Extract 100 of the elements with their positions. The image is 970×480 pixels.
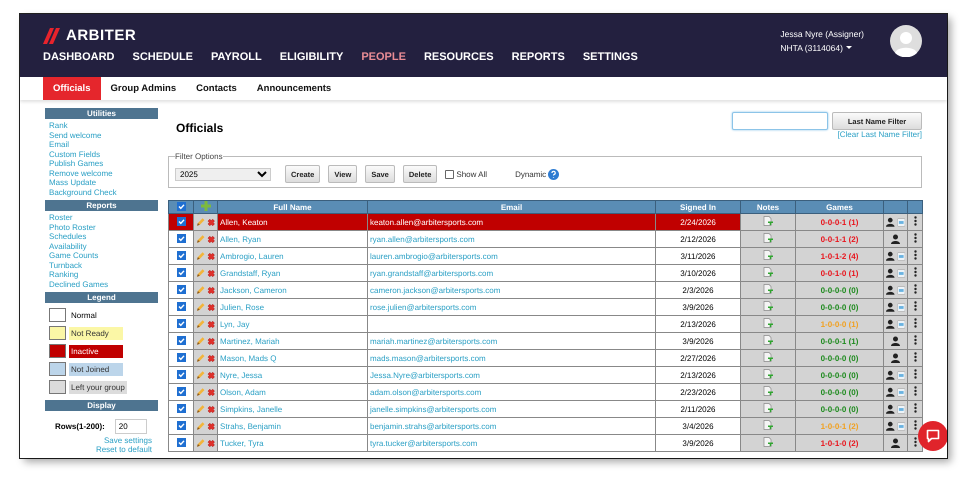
person-icon[interactable] [886, 387, 894, 397]
nav-item[interactable]: ELIGIBILITY [280, 51, 344, 63]
edit-icon[interactable] [196, 251, 204, 261]
email-cell[interactable]: tyra.tucker@arbitersports.com [368, 434, 656, 452]
sidebar-link[interactable]: Schedules [49, 232, 86, 242]
person-icon[interactable] [891, 438, 900, 448]
row-checkbox[interactable] [176, 284, 186, 294]
sidebar-link[interactable]: Declined Games [49, 280, 108, 289]
edit-icon[interactable] [196, 404, 204, 414]
more-icon[interactable] [914, 403, 916, 413]
nav-item[interactable]: RESOURCES [424, 51, 494, 63]
delete-icon[interactable] [206, 388, 215, 396]
delete-icon[interactable] [206, 302, 215, 312]
add-note-icon[interactable] [763, 267, 773, 277]
delete-icon[interactable] [206, 286, 215, 294]
edit-icon[interactable] [196, 234, 204, 244]
sidebar-link[interactable]: Rank [49, 121, 68, 130]
edit-icon[interactable] [196, 370, 204, 380]
name-cell[interactable]: Allen, Ryan [218, 230, 368, 248]
person-icon[interactable] [886, 268, 894, 278]
row-checkbox[interactable] [176, 250, 186, 260]
edit-icon[interactable] [196, 285, 204, 295]
add-note-icon[interactable] [763, 301, 773, 311]
row-checkbox[interactable] [176, 318, 186, 328]
nav-item[interactable]: SETTINGS [582, 51, 638, 63]
row-checkbox[interactable] [176, 420, 186, 430]
edit-icon[interactable] [196, 268, 204, 278]
row-checkbox[interactable] [176, 336, 186, 344]
edit-icon[interactable] [196, 421, 204, 431]
edit-icon[interactable] [196, 387, 204, 397]
person-icon[interactable] [886, 285, 894, 295]
show-all-checkbox[interactable] [445, 170, 454, 178]
sidebar-link[interactable]: Custom Fields [49, 150, 100, 159]
sidebar-link[interactable]: Ranking [49, 270, 78, 280]
name-cell[interactable]: Tucker, Tyra [218, 434, 368, 452]
email-cell[interactable]: ryan.allen@arbitersports.com [368, 230, 656, 248]
more-icon[interactable] [914, 420, 916, 430]
email-cell[interactable]: mads.mason@arbitersports.com [368, 350, 656, 366]
sidebar-link[interactable]: Turnback [49, 260, 82, 270]
name-cell[interactable]: Olson, Adam [218, 384, 368, 400]
add-note-icon[interactable] [763, 250, 773, 260]
email-cell[interactable]: lauren.ambrogio@arbitersports.com [368, 248, 656, 264]
row-checkbox[interactable] [176, 386, 186, 396]
sub-tab[interactable]: Contacts [186, 77, 247, 100]
column-header[interactable]: Notes [740, 200, 796, 214]
sidebar-link[interactable]: Mass Update [49, 178, 96, 188]
name-cell[interactable]: Nyre, Jessa [218, 366, 368, 384]
email-cell[interactable]: ryan.grandstaff@arbitersports.com [368, 264, 656, 282]
person-icon[interactable] [886, 319, 894, 329]
person-icon[interactable] [886, 302, 894, 312]
name-cell[interactable]: Strahs, Benjamin [218, 418, 368, 434]
avatar-icon[interactable] [890, 25, 922, 57]
add-note-icon[interactable] [763, 437, 773, 447]
nav-item[interactable]: SCHEDULE [132, 51, 194, 63]
name-cell[interactable]: Julien, Rose [218, 298, 368, 316]
delete-icon[interactable] [206, 404, 215, 414]
person-icon[interactable] [886, 251, 894, 261]
person-icon[interactable] [886, 404, 894, 414]
delete-icon[interactable] [206, 438, 215, 448]
email-cell[interactable]: Jessa.Nyre@arbitersports.com [368, 366, 656, 384]
add-note-icon[interactable] [763, 386, 773, 396]
add-note-icon[interactable] [763, 352, 773, 362]
nav-item[interactable]: DASHBOARD [43, 51, 114, 63]
delete-icon[interactable] [206, 354, 215, 362]
column-header[interactable]: Full Name [218, 200, 368, 214]
settings-link[interactable]: Save settings [104, 437, 152, 446]
add-note-icon[interactable] [763, 420, 773, 430]
name-cell[interactable]: Grandstaff, Ryan [218, 264, 368, 282]
email-cell[interactable]: cameron.jackson@arbitersports.com [368, 282, 656, 298]
group-selector[interactable]: NHTA (3114064) [780, 41, 864, 55]
more-icon[interactable] [914, 369, 916, 379]
sidebar-link[interactable]: Remove welcome [49, 168, 113, 178]
more-icon[interactable] [914, 437, 916, 447]
delete-icon[interactable] [206, 234, 215, 244]
more-icon[interactable] [914, 250, 916, 260]
edit-icon[interactable] [196, 302, 204, 312]
delete-icon[interactable] [206, 336, 215, 346]
nav-item[interactable]: REPORTS [512, 51, 565, 63]
name-cell[interactable]: Ambrogio, Lauren [218, 248, 368, 264]
last-name-field[interactable] [732, 112, 828, 130]
email-cell[interactable]: adam.olson@arbitersports.com [368, 384, 656, 400]
delete-icon[interactable] [206, 422, 215, 430]
delete-icon[interactable] [206, 320, 215, 328]
select-all-checkbox[interactable] [176, 202, 186, 210]
more-icon[interactable] [914, 386, 916, 396]
more-icon[interactable] [914, 233, 916, 243]
more-icon[interactable] [914, 318, 916, 328]
row-checkbox[interactable] [176, 234, 186, 242]
more-icon[interactable] [914, 335, 916, 345]
edit-icon[interactable] [196, 353, 204, 363]
add-note-icon[interactable] [763, 403, 773, 413]
column-header[interactable]: Games [796, 200, 884, 214]
sidebar-link[interactable]: Game Counts [49, 251, 98, 260]
email-cell[interactable]: benjamin.strahs@arbitersports.com [368, 418, 656, 434]
row-checkbox[interactable] [176, 302, 186, 310]
email-cell[interactable]: mariah.martinez@arbitersports.com [368, 332, 656, 350]
sub-tab[interactable]: Group Admins [100, 77, 186, 100]
row-checkbox[interactable] [176, 404, 186, 412]
row-checkbox[interactable] [176, 352, 186, 362]
delete-icon[interactable] [206, 268, 215, 278]
